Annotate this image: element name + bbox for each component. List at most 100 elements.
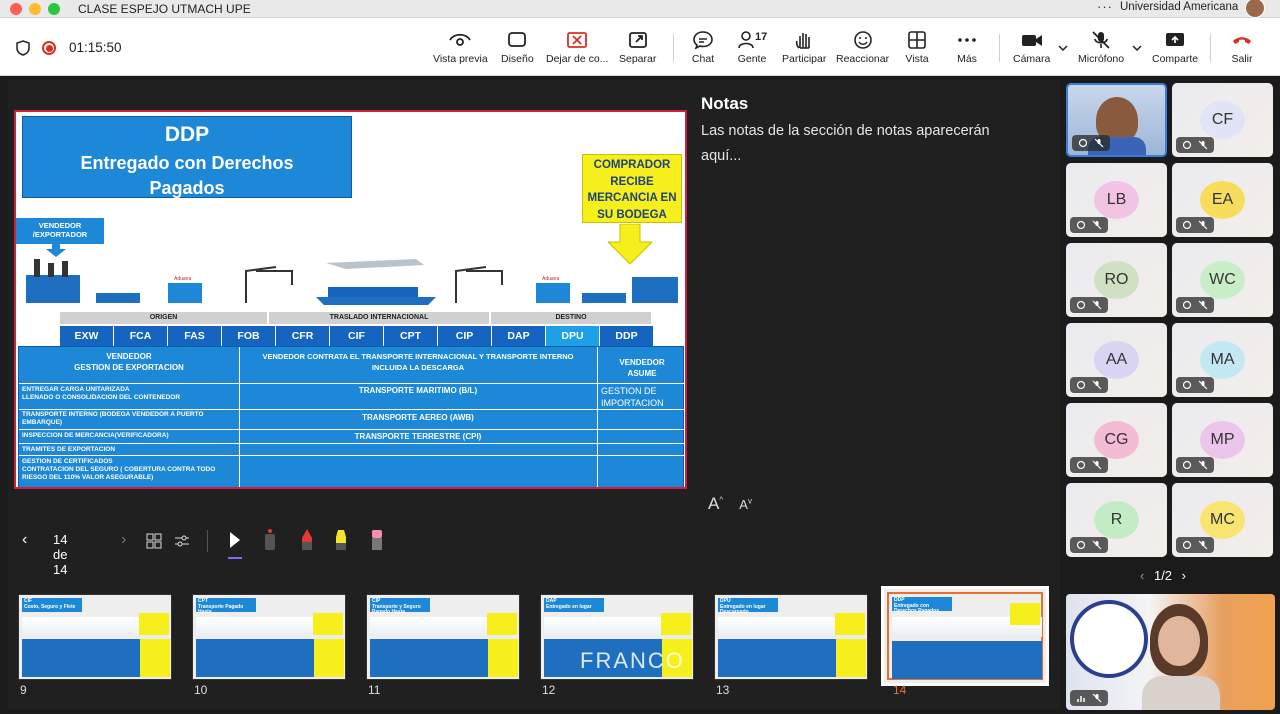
seller-callout: VENDEDOR /EXPORTADOR: [16, 218, 104, 244]
increase-font-button[interactable]: A^: [708, 494, 723, 513]
shield-icon[interactable]: [16, 40, 30, 56]
more-button[interactable]: Más: [955, 30, 979, 65]
highlighter-icon[interactable]: [333, 528, 349, 552]
incoterm-fca: FCA: [114, 326, 168, 346]
participant-tile[interactable]: RO: [1066, 243, 1167, 317]
participant-tile[interactable]: LB: [1066, 163, 1167, 237]
toolbar-divider: [673, 34, 674, 62]
airplane-icon: [326, 259, 424, 269]
stop-sharing-button[interactable]: Dejar de co...: [546, 30, 608, 65]
participant-tile[interactable]: EA: [1172, 163, 1273, 237]
decrease-font-button[interactable]: Av: [739, 497, 752, 512]
leave-button[interactable]: Salir: [1230, 30, 1254, 65]
slide-thumbnail-14-selected[interactable]: DDP Entregado con Derechos Pagados: [881, 586, 1049, 686]
preview-label: Vista previa: [433, 53, 488, 65]
close-window-button[interactable]: [10, 2, 22, 15]
participant-tile[interactable]: [1066, 83, 1167, 157]
pointer-icon[interactable]: [228, 531, 242, 549]
previous-slide-button[interactable]: ‹: [22, 531, 27, 549]
header-line: VENDEDOR: [619, 358, 665, 367]
participant-status-badge: [1176, 537, 1214, 553]
customs-label-2: Aduana: [542, 276, 559, 282]
participant-avatar: LB: [1094, 181, 1139, 219]
preview-button[interactable]: Vista previa: [433, 30, 488, 65]
chevron-down-icon[interactable]: [1058, 44, 1068, 52]
sliders-icon[interactable]: [174, 533, 190, 549]
pen-icon[interactable]: [299, 528, 315, 552]
crane-icon: [245, 266, 293, 303]
mic-muted-icon: [1198, 380, 1208, 390]
participant-tile[interactable]: CF: [1172, 83, 1273, 157]
account-avatar[interactable]: [1245, 0, 1265, 18]
layout-icon: [508, 32, 527, 47]
next-slide-button[interactable]: ›: [121, 531, 126, 549]
chat-button[interactable]: Chat: [691, 30, 715, 65]
thumbnail-number: 14: [893, 683, 907, 697]
thumbnail-title: CIF Costo, Seguro y Flete: [22, 598, 82, 612]
mic-muted-icon: [1094, 138, 1104, 148]
active-tool-indicator: [228, 557, 242, 559]
slide-thumbnail-10[interactable]: CPT Transporte Pagado Hasta: [192, 594, 346, 680]
design-button[interactable]: Diseño: [501, 30, 534, 65]
react-button[interactable]: Reaccionar: [836, 30, 889, 65]
view-button[interactable]: Vista: [905, 30, 929, 65]
stop-share-icon: [567, 32, 588, 48]
chat-label: Chat: [691, 53, 715, 65]
chevron-down-icon[interactable]: [1132, 44, 1142, 52]
seller-line: VENDEDOR: [38, 221, 82, 230]
warehouse-icon: [632, 277, 678, 303]
participant-avatar: MC: [1200, 501, 1245, 539]
mic-muted-icon: [1198, 540, 1208, 550]
separate-button[interactable]: Separar: [619, 30, 656, 65]
share-label: Comparte: [1152, 53, 1199, 65]
slide-thumbnail-13[interactable]: DPU Entregado en lugar Descargado: [714, 594, 868, 680]
participant-tile[interactable]: WC: [1172, 243, 1273, 317]
incoterm-dap: DAP: [492, 326, 546, 346]
minimize-window-button[interactable]: [29, 2, 41, 15]
participant-avatar: EA: [1200, 181, 1245, 219]
speaker-video[interactable]: [1066, 594, 1275, 710]
people-icon: 17: [738, 31, 767, 49]
participant-name-overlay: FRANCO: [580, 648, 685, 673]
raise-hand-button[interactable]: Participar: [782, 30, 826, 65]
customs-building-icon: [536, 283, 570, 303]
maximize-window-button[interactable]: [48, 2, 60, 15]
eraser-icon[interactable]: [369, 528, 385, 552]
participant-avatar: CF: [1200, 101, 1245, 139]
camera-button[interactable]: Cámara: [1013, 30, 1050, 65]
slide-thumbnail-9[interactable]: CIF Costo, Seguro y Flete: [18, 594, 172, 680]
crane-icon: [455, 266, 503, 303]
thumbnail-number: 10: [194, 683, 208, 697]
thumbnail-number: 9: [20, 683, 27, 697]
table-row-2-left: TRANSPORTE INTERNO (BODEGA VENDEDOR A PU…: [22, 411, 238, 427]
participant-avatar: CG: [1094, 421, 1139, 459]
participant-tile[interactable]: CG: [1066, 403, 1167, 477]
more-options-icon[interactable]: ···: [1097, 0, 1113, 14]
gallery-next-button[interactable]: ›: [1182, 568, 1186, 583]
microphone-button[interactable]: Micrófono: [1078, 30, 1124, 65]
mic-muted-icon: [1092, 460, 1102, 470]
participant-tile[interactable]: MC: [1172, 483, 1273, 557]
nav-divider: [207, 530, 208, 552]
toolbar-divider: [999, 34, 1000, 62]
share-button[interactable]: Comparte: [1152, 30, 1198, 65]
mic-muted-icon: [1198, 300, 1208, 310]
microphone-label: Micrófono: [1078, 53, 1125, 65]
organization-name[interactable]: Universidad Americana: [1120, 1, 1238, 13]
participant-tile[interactable]: MP: [1172, 403, 1273, 477]
participant-status-badge: [1072, 135, 1110, 151]
react-label: Reaccionar: [836, 53, 890, 65]
participant-tile[interactable]: R: [1066, 483, 1167, 557]
grid-view-icon: [908, 31, 926, 49]
participant-tile[interactable]: MA: [1172, 323, 1273, 397]
grid-icon[interactable]: [146, 533, 162, 549]
participant-status-badge: [1176, 137, 1214, 153]
participant-tile[interactable]: AA: [1066, 323, 1167, 397]
thumbnail-name: Entregado con Derechos Pagados: [894, 602, 940, 614]
gallery-prev-button[interactable]: ‹: [1140, 568, 1144, 583]
notes-body: Las notas de la sección de notas aparece…: [701, 123, 990, 164]
laser-pointer-icon[interactable]: [262, 528, 278, 552]
slide-thumbnail-11[interactable]: CIP Transporte y Seguro Pagado Hasta: [366, 594, 520, 680]
people-button[interactable]: 17 Gente: [737, 30, 767, 65]
leave-label: Salir: [1231, 53, 1253, 65]
